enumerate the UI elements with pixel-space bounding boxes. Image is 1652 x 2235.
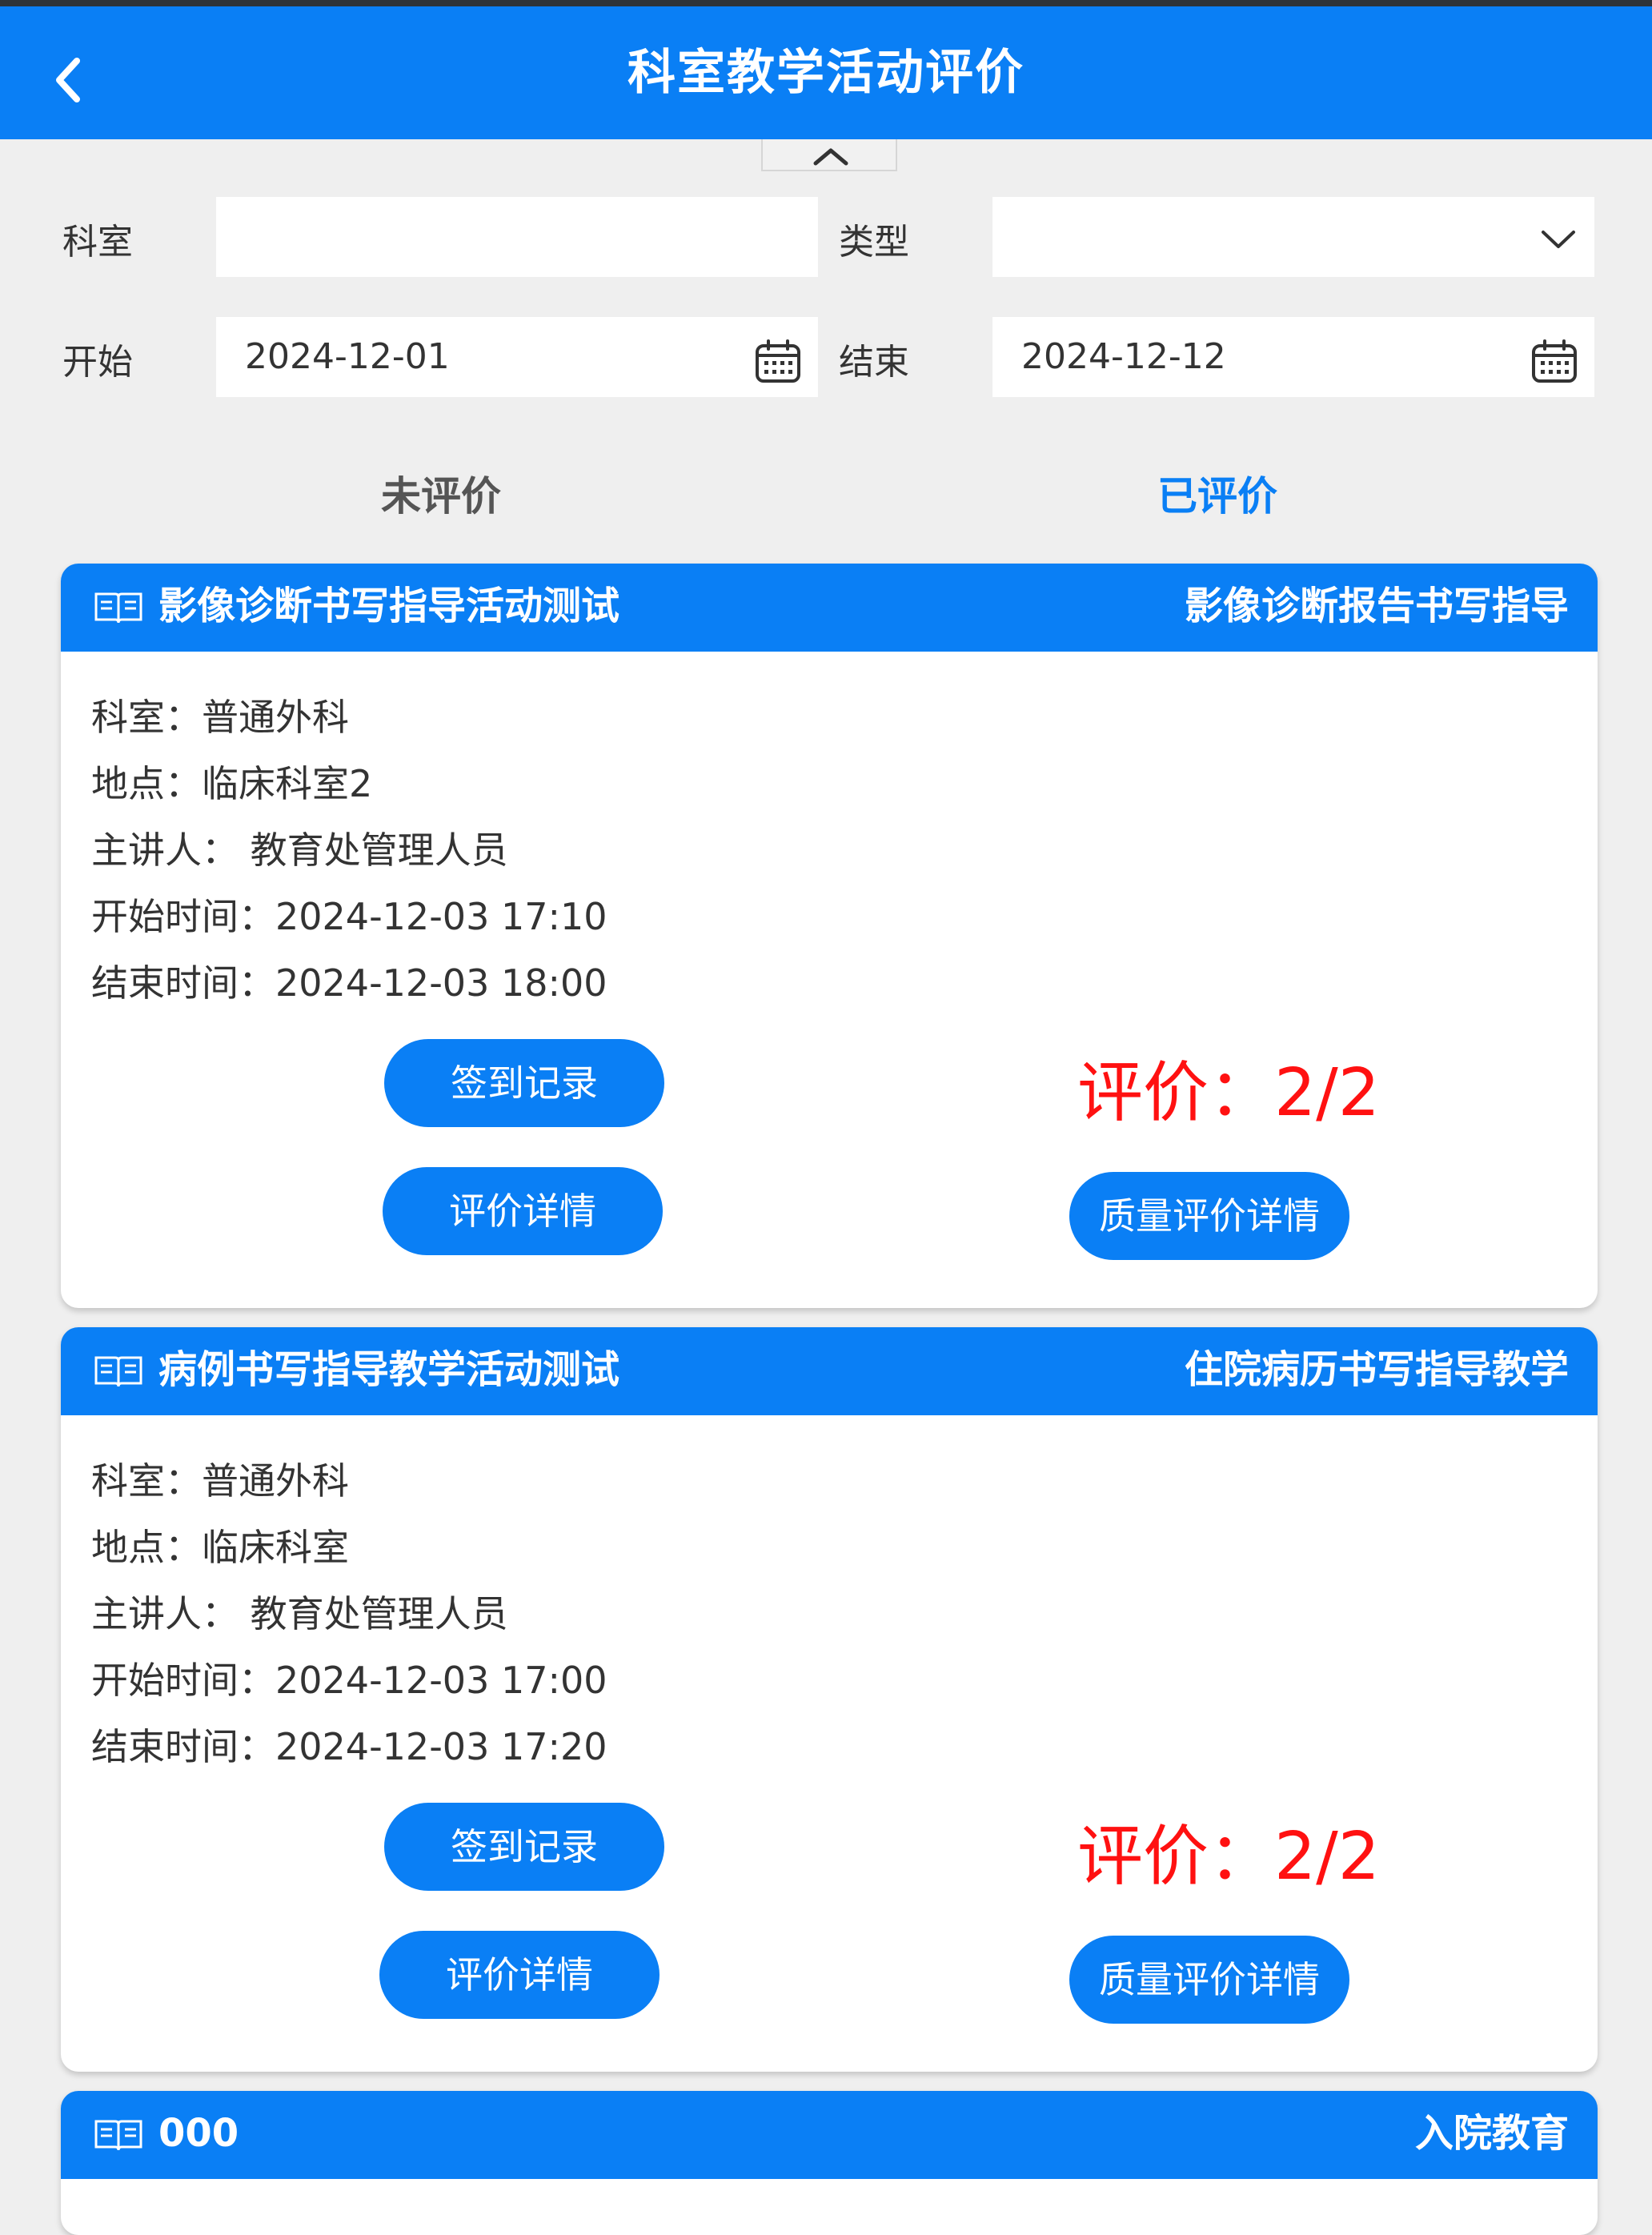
evaluation-detail-button[interactable]: 评价详情 [379, 1931, 660, 2019]
chevron-down-icon [1542, 231, 1575, 248]
info-end-time: 结束时间：2024-12-03 17:20 [91, 1725, 607, 1768]
info-speaker: 主讲人： 教育处管理人员 [91, 1592, 508, 1635]
activity-name: 000 [158, 2111, 239, 2156]
activity-name: 影像诊断书写指导活动测试 [158, 584, 620, 628]
end-date-input[interactable]: 2024-12-12 [992, 317, 1594, 397]
collapse-filter-toggle[interactable] [761, 139, 897, 171]
activity-type: 影像诊断报告书写指导 [1184, 584, 1569, 628]
card-header: 影像诊断书写指导活动测试 影像诊断报告书写指导 [61, 564, 1598, 652]
calendar-icon[interactable] [754, 338, 802, 386]
start-date-input[interactable]: 2024-12-01 [216, 317, 818, 397]
tab-unevaluated[interactable]: 未评价 [381, 464, 501, 522]
evaluation-score: 评价：2/2 [1077, 1055, 1380, 1131]
signin-record-button[interactable]: 签到记录 [384, 1803, 664, 1891]
info-location: 地点：临床科室2 [91, 762, 373, 805]
info-start-time: 开始时间：2024-12-03 17:00 [91, 1659, 607, 1702]
activity-card: 影像诊断书写指导活动测试 影像诊断报告书写指导 科室：普通外科 地点：临床科室2… [61, 564, 1598, 1308]
book-icon [94, 1356, 142, 1387]
chevron-up-icon [813, 148, 848, 166]
end-date-value: 2024-12-12 [1021, 336, 1226, 377]
card-header: 000 入院教育 [61, 2091, 1598, 2179]
quality-evaluation-detail-button[interactable]: 质量评价详情 [1069, 1172, 1349, 1260]
info-end-time: 结束时间：2024-12-03 18:00 [91, 961, 607, 1005]
info-location: 地点：临床科室 [91, 1526, 349, 1569]
info-start-time: 开始时间：2024-12-03 17:10 [91, 895, 607, 938]
activity-name: 病例书写指导教学活动测试 [158, 1347, 620, 1392]
quality-evaluation-detail-button[interactable]: 质量评价详情 [1069, 1936, 1349, 2024]
info-department: 科室：普通外科 [91, 696, 349, 739]
department-label: 科室 [62, 222, 133, 263]
evaluation-score: 评价：2/2 [1077, 1819, 1380, 1895]
signin-record-button[interactable]: 签到记录 [384, 1039, 664, 1127]
type-select[interactable] [992, 197, 1594, 277]
activity-card: 病例书写指导教学活动测试 住院病历书写指导教学 科室：普通外科 地点：临床科室 … [61, 1327, 1598, 2072]
end-label: 结束 [839, 342, 909, 383]
info-speaker: 主讲人： 教育处管理人员 [91, 829, 508, 872]
start-date-value: 2024-12-01 [245, 336, 450, 377]
type-label: 类型 [839, 222, 909, 263]
page-title: 科室教学活动评价 [628, 45, 1024, 101]
book-icon [94, 2120, 142, 2151]
start-label: 开始 [62, 342, 133, 383]
tab-evaluated[interactable]: 已评价 [1157, 464, 1277, 522]
calendar-icon[interactable] [1530, 338, 1578, 386]
status-bar [0, 0, 1652, 6]
evaluation-detail-button[interactable]: 评价详情 [383, 1167, 663, 1255]
department-input[interactable] [216, 197, 818, 277]
activity-type: 住院病历书写指导教学 [1184, 1347, 1569, 1392]
card-header: 病例书写指导教学活动测试 住院病历书写指导教学 [61, 1327, 1598, 1415]
info-department: 科室：普通外科 [91, 1459, 349, 1503]
book-icon [94, 592, 142, 624]
app-header: 科室教学活动评价 [0, 6, 1652, 139]
activity-card: 000 入院教育 [61, 2091, 1598, 2235]
activity-type: 入院教育 [1414, 2111, 1569, 2156]
